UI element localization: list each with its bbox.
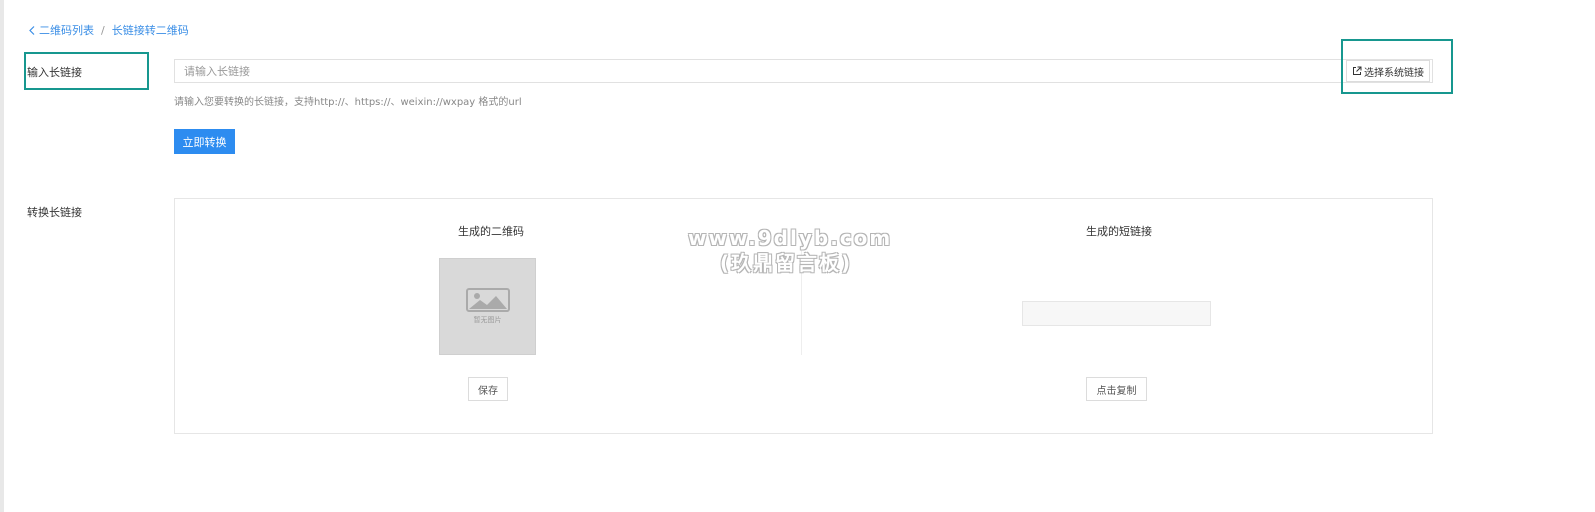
convert-now-button[interactable]: 立即转换	[174, 129, 235, 154]
breadcrumb-separator: /	[101, 23, 105, 37]
qr-code-title: 生成的二维码	[458, 225, 524, 238]
result-panel	[174, 198, 1433, 434]
qr-code-image: 暂无图片	[439, 258, 536, 355]
no-image-text: 暂无图片	[473, 316, 502, 324]
copy-button[interactable]: 点击复制	[1086, 377, 1147, 401]
breadcrumb-current: 长链接转二维码	[111, 24, 189, 37]
breadcrumb: 二维码列表 / 长链接转二维码	[29, 22, 189, 38]
image-icon	[465, 288, 510, 312]
long-url-input[interactable]	[174, 59, 1433, 83]
highlight-box-button	[1341, 39, 1453, 94]
save-button[interactable]: 保存	[468, 377, 508, 401]
left-edge-divider	[0, 0, 4, 512]
highlight-box-label	[24, 52, 149, 90]
short-link-field[interactable]	[1022, 301, 1211, 326]
url-format-hint: 请输入您要转换的长链接，支持http://、https://、weixin://…	[174, 97, 522, 108]
converted-link-label: 转换长链接	[27, 206, 82, 219]
chevron-left-icon[interactable]	[29, 25, 35, 35]
short-link-title: 生成的短链接	[1086, 225, 1152, 238]
breadcrumb-parent-link[interactable]: 二维码列表	[39, 22, 94, 38]
result-column-divider	[801, 234, 802, 355]
